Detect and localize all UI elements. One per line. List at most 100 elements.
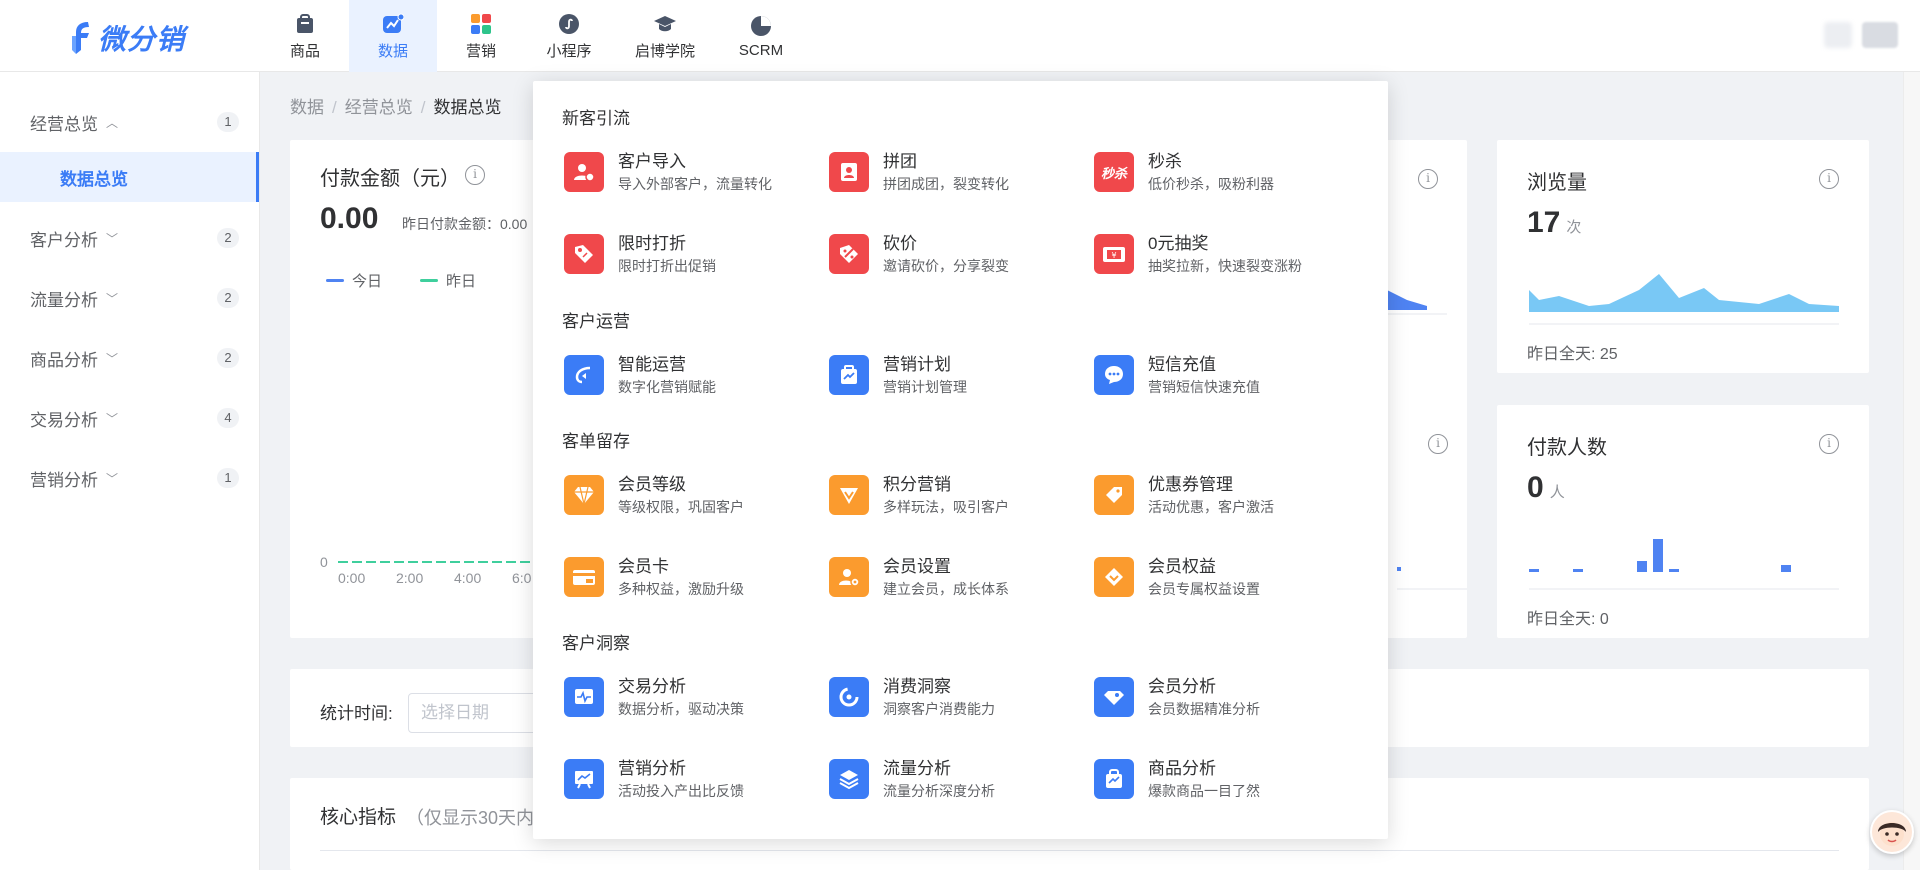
- breadcrumb-link[interactable]: 数据: [290, 98, 324, 117]
- topnav-item-miniprogram[interactable]: 小程序: [525, 0, 613, 72]
- views-sparkline: [1529, 274, 1839, 325]
- menu-item-trade-analysis[interactable]: 交易分析 数据分析，驱动决策: [564, 669, 824, 725]
- topnav-item-scrm[interactable]: SCRM: [717, 0, 805, 72]
- card-title: 付款金额（元）: [320, 168, 460, 190]
- breadcrumb-link[interactable]: 经营总览: [345, 98, 413, 117]
- menu-item-member-level[interactable]: 会员等级等级权限，巩固客户: [564, 467, 824, 523]
- legend-label: 今日: [352, 273, 383, 290]
- menu-item-desc: 限时打折出促销: [618, 258, 716, 274]
- count-badge: 2: [217, 348, 239, 368]
- topnav-item-goods[interactable]: 商品: [261, 0, 349, 72]
- views-card: 浏览量 i 17 次 昨日全天: 25: [1497, 140, 1869, 373]
- data-dropdown-menu: 新客引流 客户导入 导入外部客户，流量转化 拼团 拼团成团，裂变转化 秒杀 秒杀 低价…: [533, 81, 1388, 839]
- info-icon[interactable]: i: [1428, 434, 1448, 454]
- menu-item-member-rights[interactable]: 会员权益会员专属权益设置: [1094, 549, 1354, 605]
- divider: [320, 850, 1839, 851]
- discount-tag-icon: [564, 234, 604, 274]
- menu-item-desc: 数字化营销赋能: [618, 379, 716, 395]
- count-badge: 1: [217, 112, 239, 132]
- pay-amount-value: 0.00: [320, 202, 379, 235]
- menu-item-member-settings[interactable]: 会员设置 建立会员，成长体系: [829, 549, 1089, 605]
- sidebar-group-traffic[interactable]: 流量分析 ﹀ 2: [0, 268, 259, 328]
- menu-item-marketing-analysis[interactable]: 营销分析 活动投入产出比反馈: [564, 751, 824, 807]
- sidebar-group-product[interactable]: 商品分析 ﹀ 2: [0, 328, 259, 388]
- user-area[interactable]: [1824, 22, 1898, 48]
- menu-item-bargain[interactable]: 砍价 邀请砍价，分享裂变: [829, 226, 1089, 282]
- menu-item-points-marketing[interactable]: 积分营销 多样玩法，吸引客户: [829, 467, 1089, 523]
- menu-item-desc: 会员专属权益设置: [1148, 581, 1260, 597]
- menu-item-product-analysis[interactable]: 商品分析 爆款商品一目了然: [1094, 751, 1354, 807]
- member-rights-icon: [1094, 557, 1134, 597]
- points-icon: [829, 475, 869, 515]
- coupon-icon: [1094, 475, 1134, 515]
- pie-icon: [749, 14, 773, 38]
- menu-item-name: 会员设置: [883, 557, 951, 576]
- menu-item-consumption-insight[interactable]: 消费洞察 洞察客户消费能力: [829, 669, 1089, 725]
- legend-today[interactable]: 今日: [326, 270, 382, 291]
- menu-item-timed-discount[interactable]: 限时打折 限时打折出促销: [564, 226, 824, 282]
- menu-item-smart-ops[interactable]: 智能运营数字化营销赋能: [564, 347, 824, 403]
- info-icon[interactable]: i: [1819, 434, 1839, 454]
- sidebar-group-marketing[interactable]: 营销分析 ﹀ 1: [0, 448, 259, 508]
- user-name-blurred[interactable]: [1862, 22, 1898, 48]
- user-avatar-blurred[interactable]: [1824, 22, 1852, 48]
- legend-swatch: [420, 279, 438, 282]
- breadcrumb-current: 数据总览: [433, 98, 502, 117]
- menu-item-name: 营销分析: [618, 759, 686, 778]
- count-badge: 2: [217, 228, 239, 248]
- sidebar-item-data-overview[interactable]: 数据总览: [0, 152, 259, 202]
- menu-item-customer-import[interactable]: 客户导入 导入外部客户，流量转化: [564, 144, 824, 200]
- payers-unit: 人: [1549, 484, 1565, 501]
- topnav-item-academy[interactable]: 启博学院: [613, 0, 717, 72]
- y-axis-label: 0: [320, 554, 328, 570]
- menu-item-member-analysis[interactable]: 会员分析 会员数据精准分析: [1094, 669, 1354, 725]
- menu-item-flash-sale[interactable]: 秒杀 秒杀 低价秒杀，吸粉利器: [1094, 144, 1354, 200]
- stats-time-label: 统计时间:: [320, 704, 393, 723]
- chevron-down-icon: ﹀: [106, 411, 119, 426]
- card-gap: [1467, 373, 1497, 405]
- menu-item-name: 流量分析: [883, 759, 951, 778]
- sidebar-group-customer[interactable]: 客户分析 ﹀ 2: [0, 208, 259, 268]
- menu-item-member-card[interactable]: 会员卡 多种权益，激励升级: [564, 549, 824, 605]
- menu-item-sms-recharge[interactable]: 短信充值营销短信快速充值: [1094, 347, 1354, 403]
- legend-swatch: [326, 279, 344, 282]
- menu-item-name: 会员等级: [618, 475, 686, 494]
- sidebar-group-trade[interactable]: 交易分析 ﹀ 4: [0, 388, 259, 448]
- info-icon[interactable]: i: [1819, 169, 1839, 189]
- consumption-icon: [829, 677, 869, 717]
- menu-item-desc: 营销短信快速充值: [1148, 379, 1260, 395]
- menu-item-desc: 邀请砍价，分享裂变: [883, 258, 1009, 274]
- menu-item-name: 0元抽奖: [1148, 234, 1209, 253]
- menu-item-lottery[interactable]: ¥ 0元抽奖 抽奖拉新，快速裂变涨粉: [1094, 226, 1354, 282]
- menu-item-group-buy[interactable]: 拼团 拼团成团，裂变转化: [829, 144, 1089, 200]
- legend-yesterday[interactable]: 昨日: [420, 270, 476, 291]
- info-icon[interactable]: i: [465, 165, 485, 185]
- customer-service-avatar[interactable]: [1870, 810, 1914, 854]
- count-badge: 1: [217, 468, 239, 488]
- menu-item-traffic-analysis[interactable]: 流量分析 流量分析深度分析: [829, 751, 1089, 807]
- menu-item-desc: 多种权益，激励升级: [618, 581, 744, 597]
- page-scrollbar[interactable]: [1903, 72, 1920, 870]
- sparkline-partial: [1397, 567, 1467, 590]
- x-tick: 0:00: [338, 570, 366, 586]
- top-nav: 商品 数据 营销 小程序 启博学院 SCRM: [261, 0, 805, 72]
- bag-icon: [293, 12, 317, 36]
- topnav-item-marketing[interactable]: 营销: [437, 0, 525, 72]
- flash-sale-icon: 秒杀: [1094, 152, 1134, 192]
- menu-item-coupon-management[interactable]: 优惠券管理 活动优惠，客户激活: [1094, 467, 1354, 523]
- menu-item-desc: 等级权限，巩固客户: [618, 499, 744, 515]
- menu-item-desc: 会员数据精准分析: [1148, 701, 1260, 717]
- product-analysis-icon: [1094, 759, 1134, 799]
- section-title: 新客引流: [562, 109, 630, 128]
- info-icon[interactable]: i: [1418, 169, 1438, 189]
- card-title: 付款人数: [1527, 437, 1607, 459]
- chevron-down-icon: ﹀: [106, 291, 119, 306]
- menu-item-name: 智能运营: [618, 355, 686, 374]
- sidebar-group-overview[interactable]: 经营总览 ︿ 1: [0, 92, 259, 152]
- menu-item-marketing-plan[interactable]: 营销计划 营销计划管理: [829, 347, 1089, 403]
- topnav-item-data[interactable]: 数据: [349, 0, 437, 72]
- graduation-cap-icon: [653, 12, 677, 36]
- menu-item-name: 会员权益: [1148, 557, 1216, 576]
- logo[interactable]: 微分销: [68, 18, 185, 58]
- menu-item-name: 短信充值: [1148, 355, 1216, 374]
